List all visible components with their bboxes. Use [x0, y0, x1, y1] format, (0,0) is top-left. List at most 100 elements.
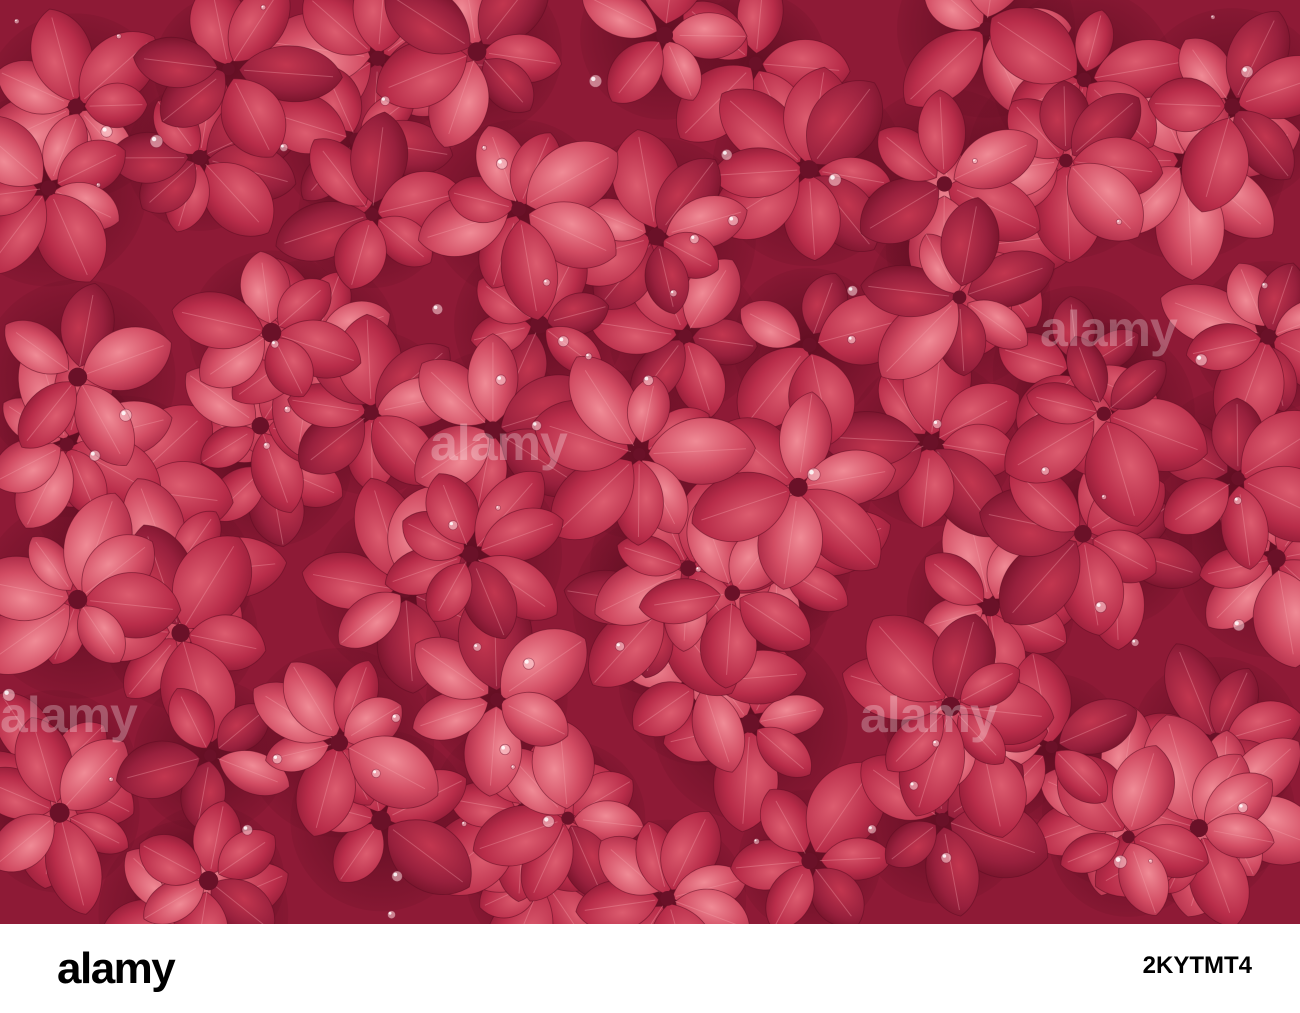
leaf-cluster-center: [40, 180, 57, 196]
leaf-cluster-center: [801, 852, 818, 870]
leaf-cluster-center: [1122, 830, 1135, 844]
water-droplet: [119, 408, 133, 422]
water-droplet: [499, 743, 511, 756]
water-droplet: [584, 352, 593, 360]
water-droplet: [431, 303, 444, 316]
droplet-highlight: [393, 872, 398, 877]
leaf-cluster-center: [1260, 328, 1277, 345]
water-droplet: [270, 339, 280, 349]
droplet-highlight: [830, 175, 835, 180]
water-droplet: [1040, 466, 1050, 476]
leaf-cluster-center: [561, 811, 575, 825]
droplet-highlight: [392, 714, 396, 718]
alamy-logo-icon: [50, 969, 51, 970]
droplet-highlight: [1102, 495, 1104, 497]
water-droplet: [669, 289, 678, 298]
droplet-highlight: [644, 376, 649, 381]
water-droplet: [108, 776, 114, 782]
leaf-cluster-center: [371, 810, 391, 831]
leaf-cluster-center: [261, 322, 282, 343]
water-droplet: [806, 467, 821, 482]
droplet-highlight: [809, 469, 814, 475]
droplet-highlight: [373, 770, 377, 774]
leaf-cluster-center: [941, 696, 961, 717]
brand-name: alamy: [57, 944, 176, 993]
droplet-highlight: [261, 5, 264, 8]
droplet-highlight: [474, 644, 478, 647]
droplet-highlight: [933, 420, 938, 424]
brand-logo[interactable]: alamy: [50, 938, 176, 1000]
droplet-highlight: [273, 755, 278, 759]
leaf-cluster-center: [922, 434, 939, 451]
leaf-cluster-center: [204, 749, 217, 762]
droplet-highlight: [868, 826, 872, 830]
water-droplet: [932, 739, 940, 748]
droplet-highlight: [433, 305, 438, 310]
water-droplet: [510, 764, 516, 770]
water-droplet: [387, 910, 396, 920]
water-droplet: [391, 713, 401, 723]
droplet-highlight: [388, 911, 392, 915]
water-droplet: [241, 824, 253, 836]
leaf-cluster-center: [935, 812, 950, 827]
droplet-highlight: [1234, 621, 1239, 626]
droplet-highlight: [524, 659, 529, 664]
water-droplet: [100, 125, 113, 138]
leaf-cluster-center: [936, 176, 953, 192]
water-droplet: [379, 95, 391, 106]
water-droplet: [89, 449, 101, 462]
droplet-highlight: [117, 34, 119, 37]
water-droplet: [932, 419, 942, 429]
droplet-highlight: [533, 422, 537, 426]
leaf-cluster-center: [330, 734, 349, 752]
water-droplet: [1210, 14, 1216, 20]
leaf-cluster-center: [364, 405, 379, 421]
droplet-highlight: [1239, 804, 1243, 808]
water-droplet: [149, 134, 164, 149]
droplet-highlight: [586, 353, 589, 357]
water-droplet: [689, 233, 700, 244]
water-droplet: [695, 566, 702, 573]
droplet-highlight: [109, 777, 112, 780]
water-droplet: [1113, 854, 1128, 869]
water-droplet: [827, 172, 842, 187]
leaf-cluster-center: [788, 477, 808, 497]
water-droplet: [753, 838, 760, 845]
image-id: 2KYTMT4: [1142, 952, 1252, 979]
droplet-highlight: [102, 127, 107, 132]
leaf-cluster-center: [799, 160, 819, 179]
droplet-highlight: [933, 740, 936, 744]
water-droplet: [542, 815, 555, 828]
stock-photo-page: alamy alamy alamy alamy alamy 2KYTMT4: [0, 0, 1300, 1013]
leaf-cluster-center: [68, 589, 88, 610]
leaf-cluster-center: [222, 62, 235, 76]
droplet-highlight: [1149, 859, 1151, 862]
water-droplet: [720, 149, 733, 161]
leaf-cluster-center: [511, 201, 526, 217]
leaf-cluster-center: [1231, 471, 1245, 486]
droplet-highlight: [616, 643, 620, 647]
droplet-highlight: [462, 822, 465, 824]
water-droplet: [1115, 218, 1123, 225]
leaf-cluster-center: [802, 337, 817, 353]
water-droplet: [940, 852, 952, 864]
droplet-highlight: [559, 337, 564, 342]
leaf-cluster-center: [660, 891, 675, 906]
leaf-cluster-center: [365, 207, 379, 221]
leaf-cluster-center: [678, 329, 693, 344]
leaf-cluster-center: [1096, 406, 1111, 421]
water-droplet: [1101, 494, 1107, 500]
leaf-canvas: [0, 0, 1300, 924]
leaf-cluster-center: [981, 598, 1000, 617]
droplet-highlight: [4, 690, 9, 695]
leaf-cluster-center: [647, 228, 666, 246]
water-droplet: [495, 157, 508, 170]
droplet-highlight: [848, 287, 853, 291]
water-droplet: [867, 824, 877, 835]
foliage-photo: alamy alamy alamy alamy: [0, 0, 1300, 924]
droplet-highlight: [91, 451, 95, 456]
droplet-highlight: [501, 745, 506, 750]
water-droplet: [588, 74, 603, 88]
droplet-highlight: [264, 443, 267, 446]
water-droplet: [260, 4, 267, 11]
